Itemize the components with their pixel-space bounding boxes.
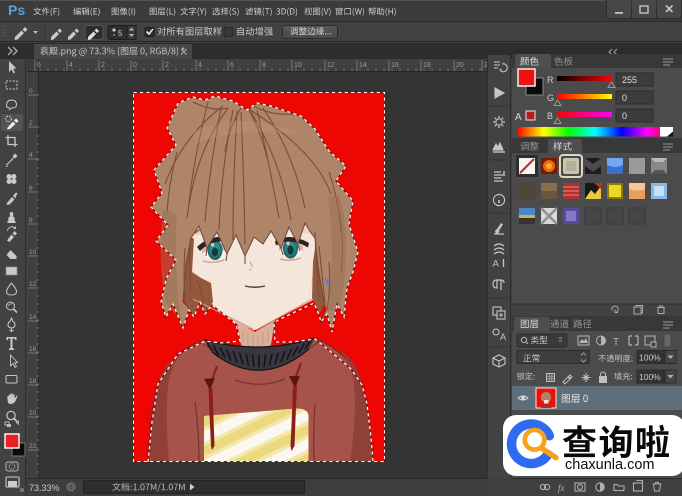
svg-text:18: 18: [29, 378, 37, 385]
svg-text:22: 22: [29, 443, 37, 450]
svg-text:A: A: [515, 112, 522, 123]
svg-text:100%: 100%: [639, 353, 661, 363]
svg-text:18: 18: [423, 62, 431, 69]
svg-text:14: 14: [359, 62, 367, 69]
svg-text:0: 0: [622, 93, 627, 103]
svg-text:4: 4: [69, 62, 73, 69]
svg-text:20: 20: [29, 410, 37, 417]
svg-text:16: 16: [391, 62, 399, 69]
svg-text:8: 8: [29, 217, 33, 224]
svg-text:16: 16: [29, 346, 37, 353]
svg-text:0: 0: [622, 111, 627, 121]
svg-text:12: 12: [29, 281, 37, 288]
svg-text:T: T: [613, 337, 619, 348]
svg-text:0: 0: [29, 88, 33, 95]
svg-text:100%: 100%: [639, 372, 661, 382]
svg-text:4: 4: [198, 62, 202, 69]
svg-text:6: 6: [37, 62, 41, 69]
svg-text:5: 5: [118, 29, 123, 38]
svg-text:10: 10: [29, 249, 37, 256]
svg-text:6: 6: [230, 62, 234, 69]
svg-text:chaxunla.com: chaxunla.com: [565, 457, 654, 473]
svg-text:A: A: [493, 259, 500, 270]
svg-text:4: 4: [29, 152, 33, 159]
svg-text:8: 8: [262, 62, 266, 69]
svg-text:R: R: [547, 75, 554, 85]
svg-text:2: 2: [101, 62, 105, 69]
svg-text:20: 20: [456, 62, 464, 69]
svg-text:255: 255: [622, 75, 637, 85]
svg-text:0: 0: [133, 62, 137, 69]
svg-text:A: A: [500, 332, 506, 342]
svg-text:B: B: [547, 111, 553, 121]
svg-text:6: 6: [29, 185, 33, 192]
svg-text:12: 12: [327, 62, 335, 69]
svg-text:2: 2: [165, 62, 169, 69]
svg-text:2: 2: [29, 120, 33, 127]
svg-text:G: G: [547, 93, 554, 103]
svg-text:10: 10: [294, 62, 302, 69]
svg-text:14: 14: [29, 314, 37, 321]
svg-text:fx: fx: [558, 483, 565, 493]
